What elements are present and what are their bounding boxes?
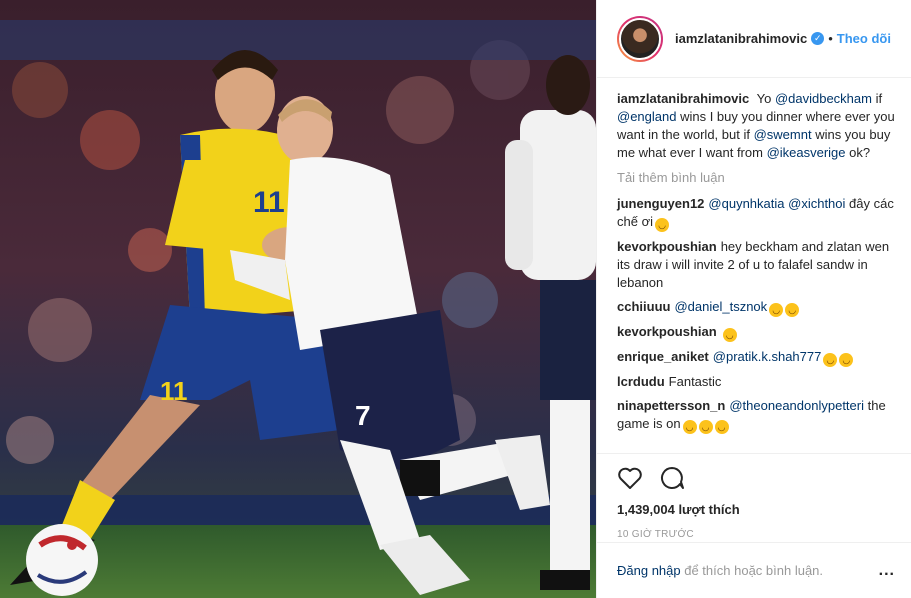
comment-item: enrique_aniket @pratik.k.shah777 ◡ ◡ xyxy=(617,348,895,367)
heart-icon[interactable] xyxy=(617,466,643,490)
football-photo: 11 11 7 xyxy=(0,0,596,598)
sweden-jersey-number: 11 xyxy=(253,186,285,219)
post-actions: 1,439,004 lượt thích 10 GIỜ TRƯỚC xyxy=(597,454,911,540)
caption-username[interactable]: iamzlatanibrahimovic xyxy=(617,91,749,106)
header-username[interactable]: iamzlatanibrahimovic xyxy=(675,31,807,46)
comments-list[interactable]: iamzlatanibrahimovic Yo @davidbeckham if… xyxy=(597,78,911,454)
comment-item: kevorkpoushian hey beckham and zlatan wen… xyxy=(617,238,895,292)
laughing-emoji-icon: ◡ xyxy=(839,353,854,367)
comment-username[interactable]: kevorkpoushian xyxy=(617,324,717,339)
comment-item: junenguyen12 @quynhkatia @xichthoi đây cá… xyxy=(617,195,895,232)
comment-username[interactable]: lcrdudu xyxy=(617,374,665,389)
comment-username[interactable]: kevorkpoushian xyxy=(617,239,717,254)
comment-item: ninapettersson_n @theoneandonlypetteri th… xyxy=(617,397,895,434)
verified-icon: ✓ xyxy=(811,32,825,45)
mention-link[interactable]: @ikeasverige xyxy=(767,145,846,160)
sweden-shorts-number: 11 xyxy=(160,376,188,406)
laughing-emoji-icon: ◡ xyxy=(722,328,737,342)
comment-username[interactable]: ninapettersson_n xyxy=(617,398,725,413)
likes-count[interactable]: 1,439,004 lượt thích xyxy=(617,502,895,517)
post-header: iamzlatanibrahimovic ✓ • Theo dõi xyxy=(597,0,911,78)
more-options-icon[interactable]: ... xyxy=(879,562,895,580)
laughing-emoji-icon: ◡ xyxy=(823,353,838,367)
post-side-panel: iamzlatanibrahimovic ✓ • Theo dõi iamzla… xyxy=(596,0,911,598)
mention-link[interactable]: @england xyxy=(617,109,676,124)
mention-link[interactable]: @davidbeckham xyxy=(775,91,872,106)
england-shorts-number: 7 xyxy=(355,400,371,431)
mention-link[interactable]: @theoneandonlypetteri xyxy=(729,398,864,413)
football xyxy=(26,524,98,596)
follow-button[interactable]: Theo dõi xyxy=(837,31,891,46)
mention-link[interactable]: @daniel_tsznok xyxy=(674,299,767,314)
mention-link[interactable]: @pratik.k.shah777 xyxy=(713,349,822,364)
post-timestamp: 10 GIỜ TRƯỚC xyxy=(617,529,694,540)
mention-link[interactable]: @xichthoi xyxy=(788,196,845,211)
load-more-comments[interactable]: Tải thêm bình luận xyxy=(617,170,895,185)
comment-item: cchiiuuu @daniel_tsznok ◡ ◡ xyxy=(617,298,895,317)
comment-item: kevorkpoushian ◡ xyxy=(617,323,895,342)
comment-username[interactable]: cchiiuuu xyxy=(617,299,670,314)
comment-text: ok? xyxy=(845,145,871,160)
post-footer: Đăng nhập để thích hoặc bình luận. ... xyxy=(597,542,911,598)
comment-text: if xyxy=(871,91,883,106)
laughing-emoji-icon: ◡ xyxy=(714,420,729,434)
laughing-emoji-icon: ◡ xyxy=(682,420,697,434)
caption: iamzlatanibrahimovic Yo @davidbeckham if… xyxy=(617,90,895,162)
comment-text: Fantastic xyxy=(668,374,722,389)
separator-dot: • xyxy=(828,31,833,46)
login-prompt: Đăng nhập để thích hoặc bình luận. xyxy=(617,563,879,578)
laughing-emoji-icon: ◡ xyxy=(785,303,800,317)
laughing-emoji-icon: ◡ xyxy=(655,218,669,232)
comment-text: Yo xyxy=(756,91,775,106)
avatar[interactable] xyxy=(617,15,663,62)
comment-icon[interactable] xyxy=(659,466,685,490)
comment-item: lcrdudu Fantastic xyxy=(617,373,895,391)
login-link[interactable]: Đăng nhập xyxy=(617,563,681,578)
comment-username[interactable]: enrique_aniket xyxy=(617,349,709,364)
laughing-emoji-icon: ◡ xyxy=(698,420,713,434)
mention-link[interactable]: @swemnt xyxy=(754,127,812,142)
comment-username[interactable]: junenguyen12 xyxy=(617,196,704,211)
instagram-post: 11 11 7 iamzlatanibrahimovic ✓ • Theo dõ… xyxy=(0,0,911,598)
mention-link[interactable]: @quynhkatia xyxy=(708,196,784,211)
laughing-emoji-icon: ◡ xyxy=(769,303,784,317)
login-prompt-text: để thích hoặc bình luận. xyxy=(680,563,824,578)
post-photo[interactable]: 11 11 7 xyxy=(0,0,596,598)
